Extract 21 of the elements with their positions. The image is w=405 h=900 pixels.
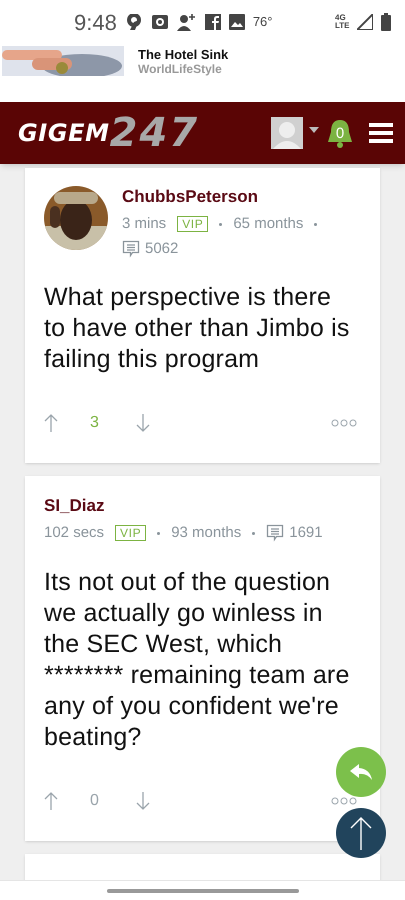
member-tenure: 65 months — [233, 214, 304, 234]
ad-source: WorldLifeStyle — [138, 62, 223, 76]
post-time: 102 secs — [44, 523, 104, 543]
post-count: 5062 — [145, 238, 178, 258]
post-time: 3 mins — [122, 214, 166, 234]
temperature: 76° — [252, 13, 272, 32]
post-count: 1691 — [289, 523, 323, 543]
site-logo[interactable]: GIGEM247 — [18, 115, 200, 151]
status-time: 9:48 — [74, 8, 117, 36]
vip-badge: VIP — [115, 525, 146, 542]
network-label: 4G LTE — [335, 14, 349, 30]
vote-score: 3 — [90, 413, 100, 433]
member-tenure: 93 months — [171, 523, 242, 543]
vote-score: 0 — [90, 790, 100, 810]
ad-banner[interactable]: The Hotel Sink WorldLifeStyle — [0, 44, 405, 102]
vip-badge: VIP — [177, 216, 208, 232]
author-name[interactable]: SI_Diaz — [44, 495, 323, 517]
comment-body: What perspective is there to have other than Jimbo is failing this program — [44, 282, 351, 375]
ad-title[interactable]: The Hotel Sink — [138, 48, 228, 62]
author-name[interactable]: ChubbsPeterson — [122, 186, 361, 208]
comment-body: Its not out of the question we actually go winless in the SEC West, which ******** remaining team are any of you confident we're beating? — [44, 566, 351, 752]
